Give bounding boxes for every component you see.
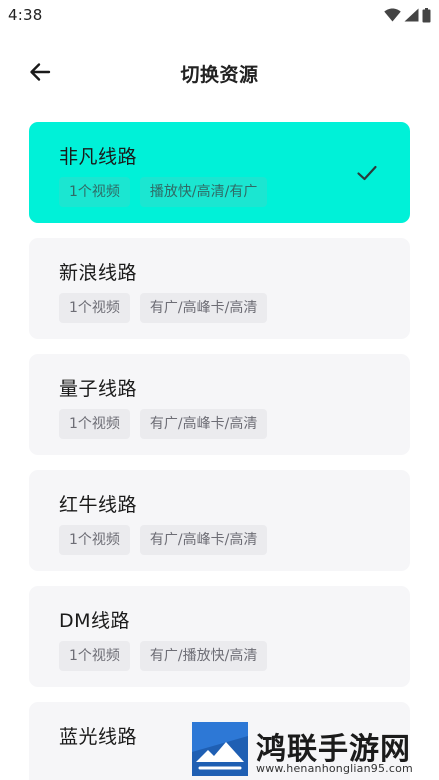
source-name: 新浪线路: [59, 262, 138, 284]
wifi-icon: [384, 8, 401, 22]
video-count-tag: 1个视频: [59, 177, 130, 207]
source-name: 蓝光线路: [59, 726, 138, 748]
page-title: 切换资源: [180, 64, 259, 86]
feature-tag: 有广/高峰卡/高清: [139, 525, 268, 555]
source-name: 非凡线路: [59, 146, 138, 168]
video-count-tag: 1个视频: [59, 409, 130, 439]
watermark-url: www.henanhonglian95.com: [256, 762, 413, 775]
battery-icon: [422, 7, 431, 22]
source-item-xinlang[interactable]: 新浪线路 1个视频 有广/高峰卡/高清: [29, 238, 410, 339]
feature-tag: 有广/高峰卡/高清: [139, 409, 268, 439]
signal-icon: [404, 8, 419, 22]
source-item-liangzi[interactable]: 量子线路 1个视频 有广/高峰卡/高清: [29, 354, 410, 455]
screen: 4:38 切换资源 非凡线路 1个视频 播放快/高清/有广 新浪线路 1个视频 …: [0, 0, 439, 780]
source-name: 红牛线路: [59, 494, 138, 516]
status-time: 4:38: [8, 6, 43, 24]
source-tags: 1个视频 有广/高峰卡/高清: [59, 525, 268, 555]
feature-tag: 有广/高峰卡/高清: [139, 293, 268, 323]
source-tags: 1个视频 有广/高峰卡/高清: [59, 409, 268, 439]
header: 切换资源: [0, 52, 439, 92]
source-name: 量子线路: [59, 378, 138, 400]
source-item-feifan[interactable]: 非凡线路 1个视频 播放快/高清/有广: [29, 122, 410, 223]
source-tags: 1个视频 播放快/高清/有广: [59, 177, 268, 207]
feature-tag: 播放快/高清/有广: [139, 177, 268, 207]
video-count-tag: 1个视频: [59, 293, 130, 323]
source-list: 非凡线路 1个视频 播放快/高清/有广 新浪线路 1个视频 有广/高峰卡/高清 …: [29, 122, 410, 780]
watermark: 鸿联手游网 www.henanhonglian95.com: [192, 722, 432, 776]
watermark-logo-icon: [192, 722, 248, 776]
source-item-dm[interactable]: DM线路 1个视频 有广/播放快/高清: [29, 586, 410, 687]
feature-tag: 有广/播放快/高清: [139, 641, 268, 671]
video-count-tag: 1个视频: [59, 525, 130, 555]
checkmark-icon: [357, 165, 377, 181]
status-bar: 4:38: [0, 0, 439, 30]
source-name: DM线路: [59, 610, 131, 632]
source-tags: 1个视频 有广/高峰卡/高清: [59, 293, 268, 323]
status-icons: [384, 7, 431, 23]
source-item-hongniu[interactable]: 红牛线路 1个视频 有广/高峰卡/高清: [29, 470, 410, 571]
video-count-tag: 1个视频: [59, 641, 130, 671]
source-tags: 1个视频 有广/播放快/高清: [59, 641, 268, 671]
